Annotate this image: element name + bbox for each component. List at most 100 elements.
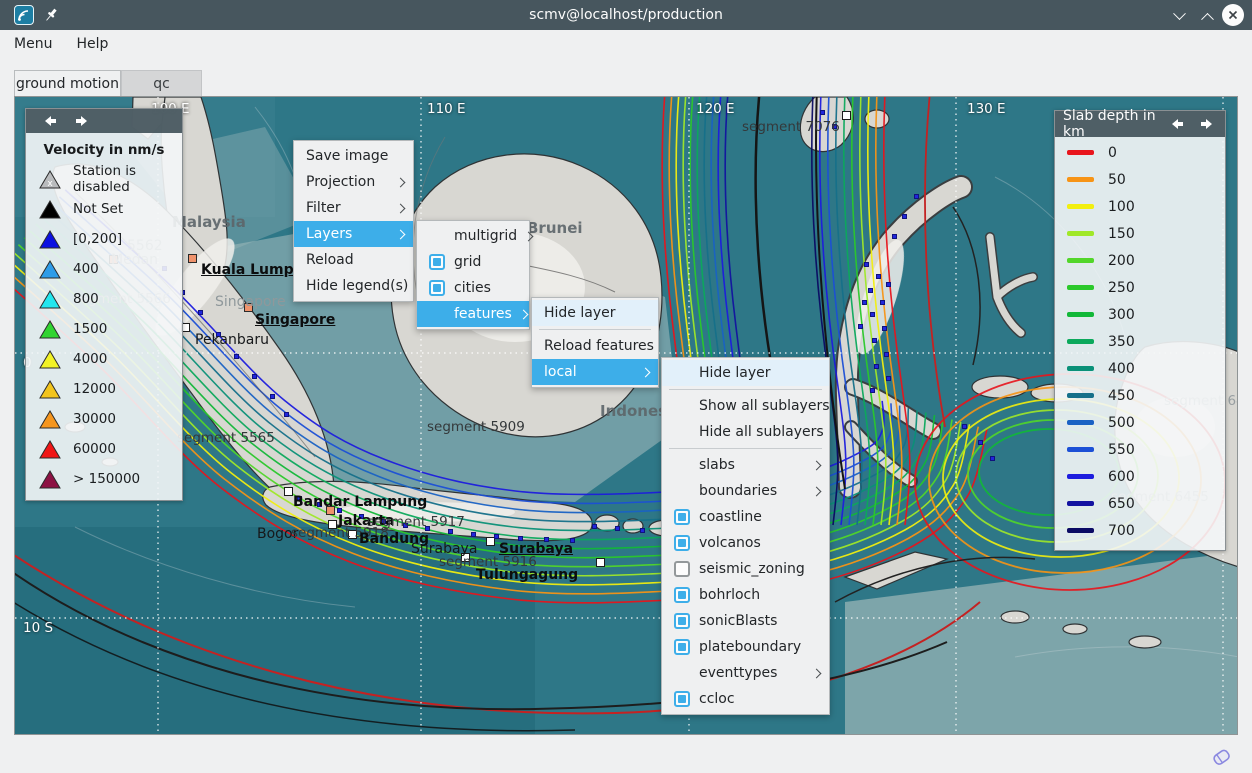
legend-item-400: 400 [26, 254, 182, 284]
svg-text:x: x [47, 179, 53, 189]
menu-item-label: coastline [699, 509, 820, 525]
legend-item-0-200: [0,200] [26, 224, 182, 254]
menu-item-label: cities [454, 280, 520, 296]
menu-item-layers[interactable]: Layers [294, 221, 413, 247]
legend-item-depth-100: 100 [1055, 193, 1225, 220]
station-marker[interactable] [328, 520, 337, 529]
legend-item-label: 30000 [73, 411, 116, 427]
menu-item-reload-features[interactable]: Reload features [532, 333, 658, 359]
checkbox-unchecked-icon[interactable] [674, 561, 690, 577]
menu-item-grid[interactable]: grid [417, 249, 529, 275]
station-marker[interactable] [842, 111, 851, 120]
checkbox-checked-icon[interactable] [674, 535, 690, 551]
station-marker[interactable] [284, 487, 293, 496]
menu-item-label: slabs [699, 457, 805, 473]
volcano-marker [990, 456, 995, 461]
menu-item-bohrloch[interactable]: bohrloch [662, 582, 829, 608]
station-triangle-icon [39, 349, 61, 369]
legend-item-label: > 150000 [73, 471, 140, 487]
legend-item-label: 650 [1108, 496, 1135, 512]
menu-item-label: Save image [306, 148, 404, 164]
legend-item-label: 550 [1108, 442, 1135, 458]
checkbox-checked-icon[interactable] [429, 280, 445, 296]
legend-item-depth-150: 150 [1055, 220, 1225, 247]
event-marker[interactable] [326, 506, 335, 515]
depth-line-swatch [1067, 258, 1094, 263]
menu-item-multigrid[interactable]: multigrid [417, 223, 529, 249]
submenu-arrow-icon [396, 177, 406, 187]
menu-item-hide-layer[interactable]: Hide layer [662, 360, 829, 386]
checkbox-checked-icon[interactable] [674, 639, 690, 655]
checkbox-checked-icon[interactable] [674, 509, 690, 525]
station-marker[interactable] [461, 553, 470, 562]
checkbox-checked-icon[interactable] [674, 587, 690, 603]
chevron-down-icon [1173, 7, 1186, 20]
menu-separator [669, 389, 822, 390]
legend-item-depth-400: 400 [1055, 355, 1225, 382]
legend-item-4000: 4000 [26, 344, 182, 374]
maximize-button[interactable] [1198, 7, 1216, 25]
menu-item-plateboundary[interactable]: plateboundary [662, 634, 829, 660]
menubar-item-menu[interactable]: Menu [4, 32, 62, 56]
menu-item-slabs[interactable]: slabs [662, 452, 829, 478]
legend-prev-button[interactable] [40, 113, 62, 129]
station-marker[interactable] [348, 530, 357, 539]
volcano-marker [962, 424, 967, 429]
checkbox-checked-icon[interactable] [674, 613, 690, 629]
menu-item-boundaries[interactable]: boundaries [662, 478, 829, 504]
depth-line-swatch [1067, 339, 1094, 344]
menu-item-sonicblasts[interactable]: sonicBlasts [662, 608, 829, 634]
title-bar[interactable]: scmv@localhost/production [0, 0, 1252, 30]
legend-item-depth-600: 600 [1055, 463, 1225, 490]
slab-legend-header[interactable]: Slab depth in km [1055, 111, 1225, 137]
volcano-marker [872, 338, 877, 343]
legend-next-button[interactable] [1195, 116, 1217, 132]
checkbox-checked-icon[interactable] [429, 254, 445, 270]
menu-item-reload[interactable]: Reload [294, 247, 413, 273]
menu-item-volcanos[interactable]: volcanos [662, 530, 829, 556]
menu-item-features[interactable]: features [417, 301, 529, 327]
menu-item-label: local [544, 364, 634, 380]
checkbox-checked-icon[interactable] [674, 691, 690, 707]
arrow-right-icon [1198, 118, 1214, 130]
legend-item-depth-250: 250 [1055, 274, 1225, 301]
event-marker[interactable] [188, 254, 197, 263]
menu-item-coastline[interactable]: coastline [662, 504, 829, 530]
menu-item-show-all-sublayers[interactable]: Show all sublayers [662, 393, 829, 419]
menu-item-seismic-zoning[interactable]: seismic_zoning [662, 556, 829, 582]
menu-item-hide-all-sublayers[interactable]: Hide all sublayers [662, 419, 829, 445]
menu-item-ccloc[interactable]: ccloc [662, 686, 829, 712]
arrow-left-icon [1170, 118, 1186, 130]
menu-item-label: bohrloch [699, 587, 820, 603]
menu-item-hide-legend-s[interactable]: Hide legend(s) [294, 273, 413, 299]
tab-ground-motion[interactable]: ground motion [14, 70, 121, 96]
menu-item-cities[interactable]: cities [417, 275, 529, 301]
legend-next-button[interactable] [70, 113, 92, 129]
menu-item-save-image[interactable]: Save image [294, 143, 413, 169]
depth-line-swatch [1067, 366, 1094, 371]
menu-item-eventtypes[interactable]: eventtypes [662, 660, 829, 686]
station-marker[interactable] [596, 558, 605, 567]
tab-qc[interactable]: qc [121, 70, 202, 96]
legend-item-depth-500: 500 [1055, 409, 1225, 436]
depth-line-swatch [1067, 177, 1094, 182]
volcano-marker [978, 440, 983, 445]
volcano-marker [544, 537, 549, 542]
minimize-button[interactable] [1170, 7, 1188, 25]
menu-item-local[interactable]: local [532, 359, 658, 385]
legend-item-150000: > 150000 [26, 464, 182, 494]
legend-prev-button[interactable] [1167, 116, 1189, 132]
menu-item-projection[interactable]: Projection [294, 169, 413, 195]
menu-item-filter[interactable]: Filter [294, 195, 413, 221]
menu-item-label: ccloc [699, 691, 820, 707]
menu-item-hide-layer[interactable]: Hide layer [532, 300, 658, 326]
close-button[interactable] [1222, 4, 1244, 26]
arrow-right-icon [73, 115, 89, 127]
volcano-marker [892, 234, 897, 239]
velocity-legend-header[interactable] [26, 109, 182, 133]
legend-item-depth-0: 0 [1055, 139, 1225, 166]
volcano-marker [864, 262, 869, 267]
menubar-item-help[interactable]: Help [66, 32, 118, 56]
map-tool-icon[interactable] [1208, 745, 1236, 769]
event-marker[interactable] [244, 303, 253, 312]
